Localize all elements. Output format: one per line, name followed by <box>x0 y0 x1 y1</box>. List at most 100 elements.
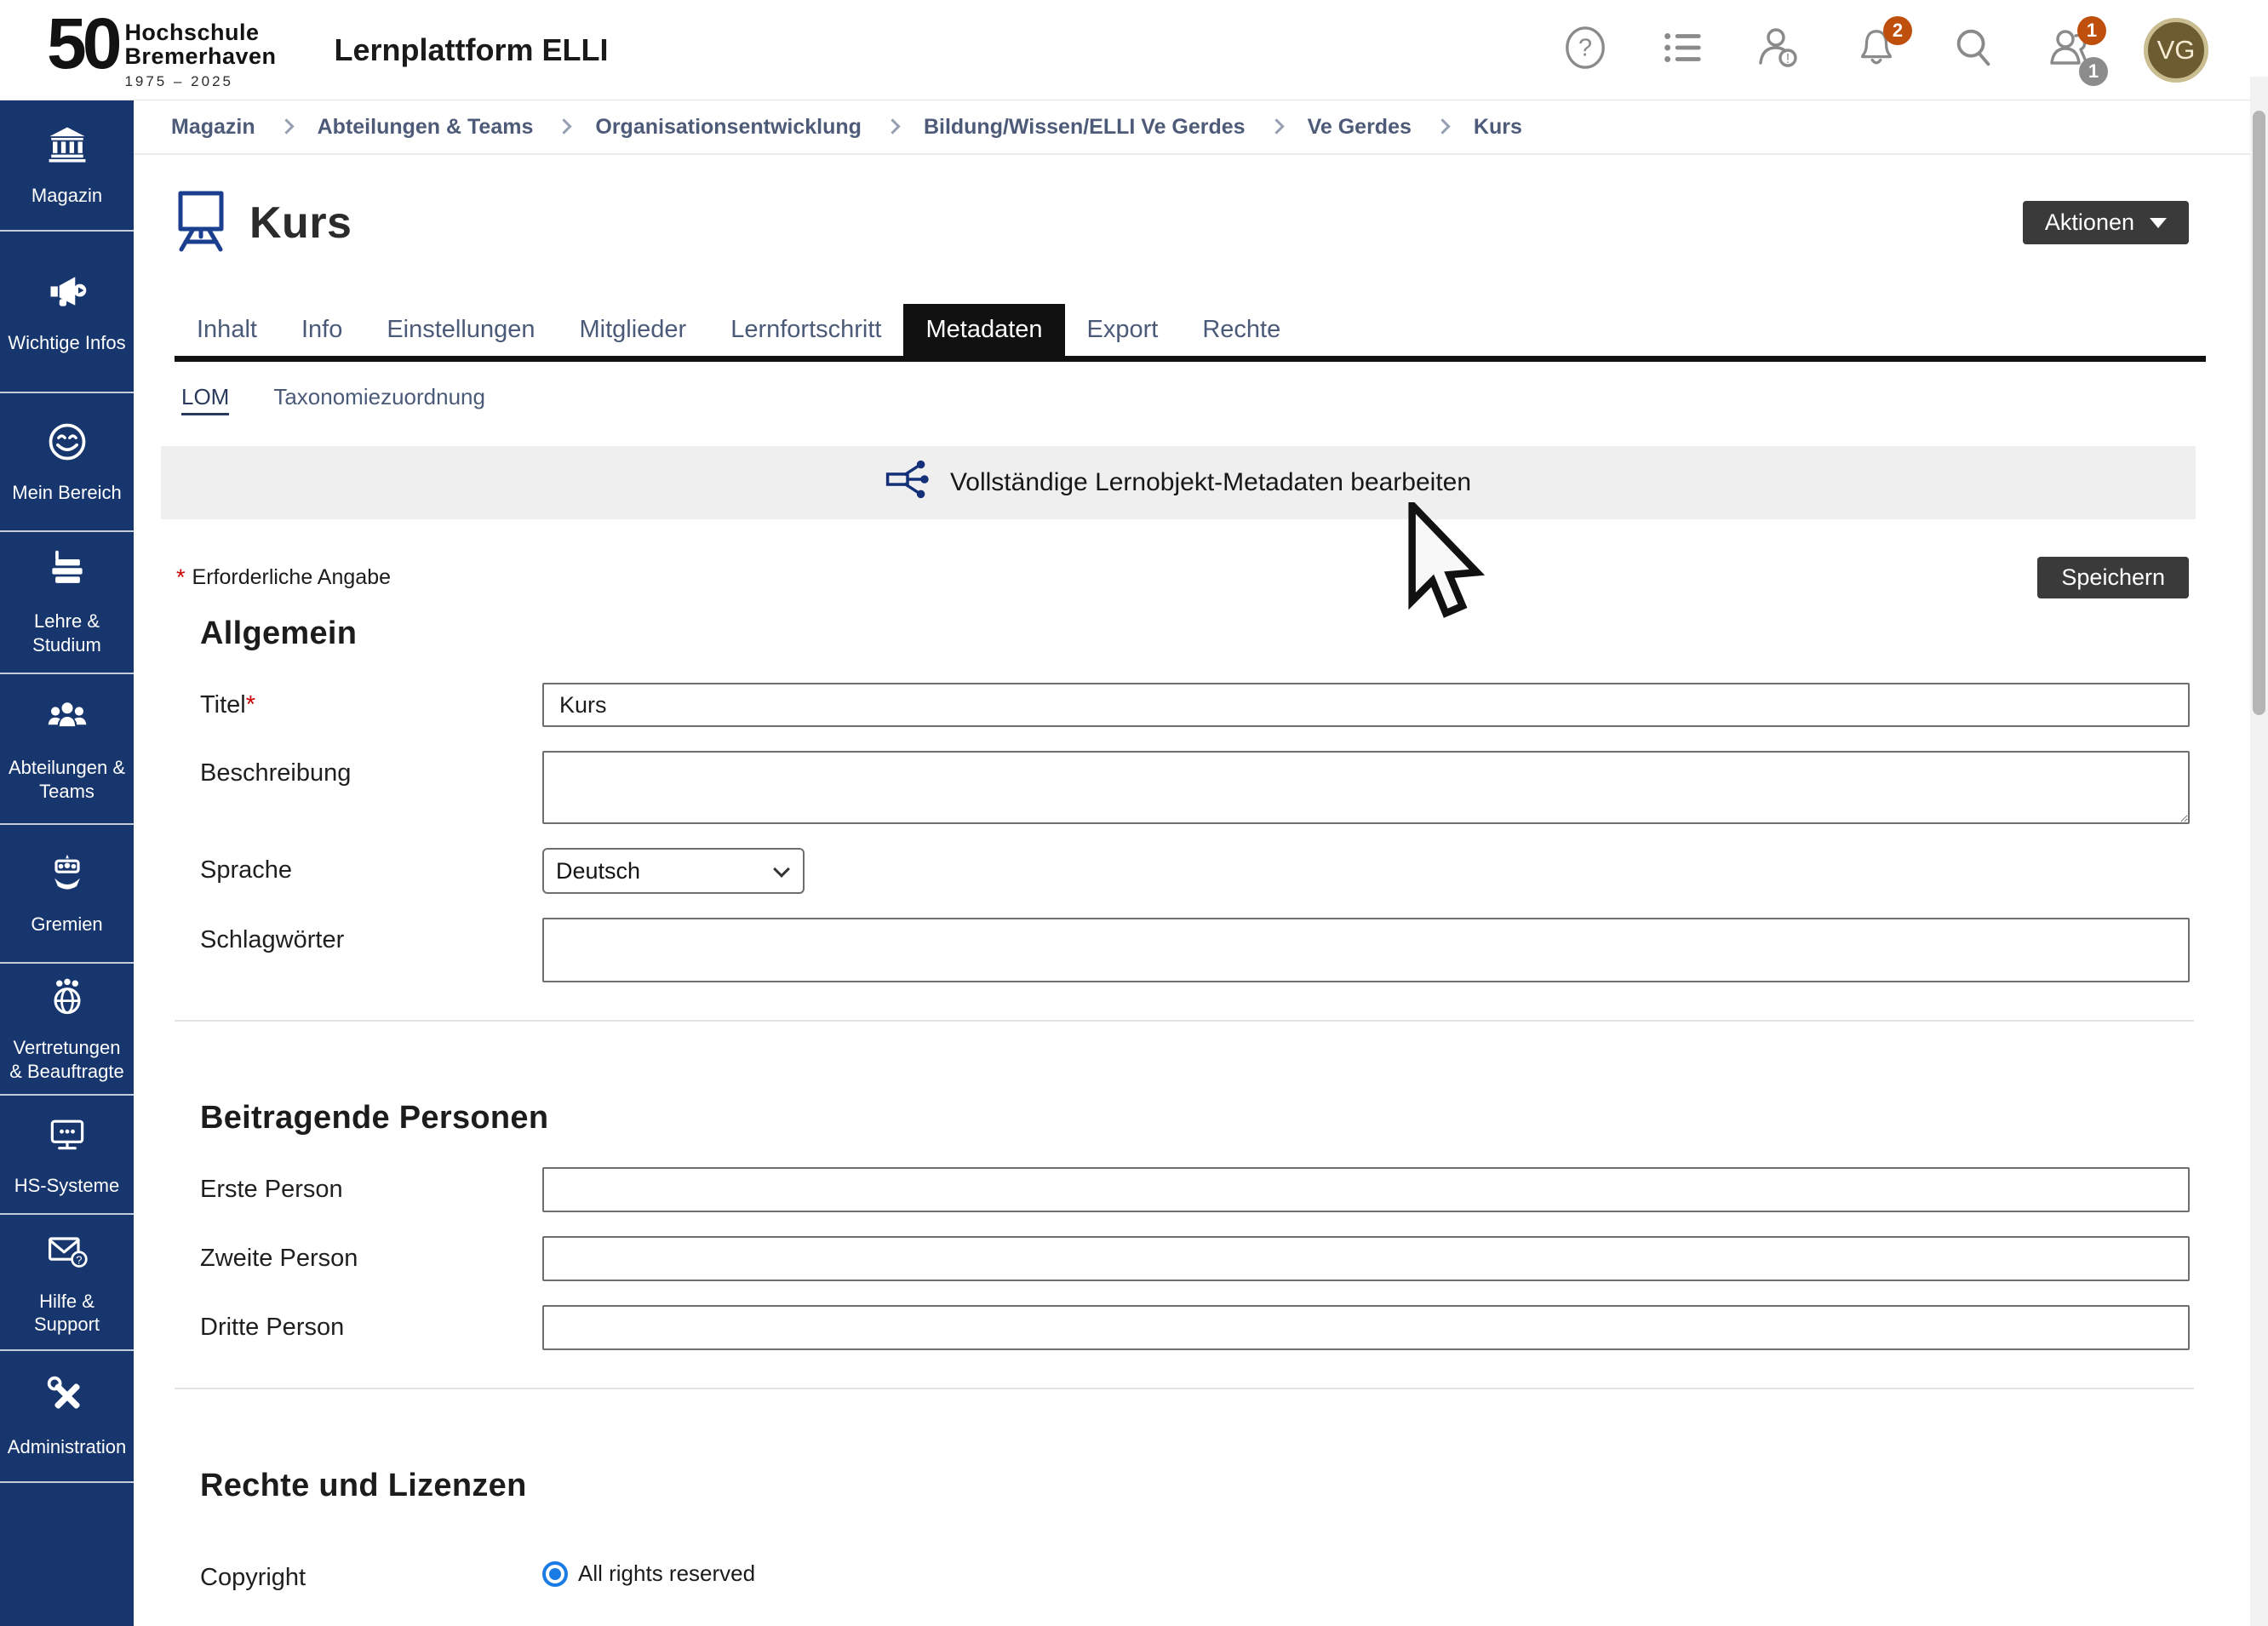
schlagwoerter-input[interactable] <box>542 918 2190 982</box>
titel-input[interactable] <box>542 683 2190 727</box>
beschreibung-label: Beschreibung <box>200 751 542 787</box>
top-header: 50 Hochschule Bremerhaven 1975 – 2025 Le… <box>0 0 2268 100</box>
aktionen-button-label: Aktionen <box>2045 209 2134 236</box>
dritte-person-input[interactable] <box>542 1305 2190 1350</box>
section-heading-allgemein: Allgemein <box>200 615 2189 652</box>
zweite-person-input[interactable] <box>542 1236 2190 1281</box>
books-icon <box>45 548 89 598</box>
sidebar-item-vertretungen-beauftragte[interactable]: Vertretungen & Beauftragte <box>0 964 134 1096</box>
sprache-label: Sprache <box>200 848 542 885</box>
svg-text:?: ? <box>1578 35 1592 62</box>
tab-export[interactable]: Export <box>1065 304 1181 356</box>
subtab-taxonomiezuordnung[interactable]: Taxonomiezuordnung <box>273 384 485 415</box>
aktionen-button[interactable]: Aktionen <box>2023 201 2189 244</box>
tools-icon <box>45 1374 89 1424</box>
main-content: Magazin Abteilungen & Teams Organisation… <box>134 100 2250 1626</box>
breadcrumb-item-bildung-wissen[interactable]: Bildung/Wissen/ELLI Ve Gerdes <box>924 115 1246 140</box>
page-title: Kurs <box>249 198 352 249</box>
erste-person-input[interactable] <box>542 1167 2190 1212</box>
dritte-person-label: Dritte Person <box>200 1305 542 1342</box>
people-icon <box>45 695 89 745</box>
section-heading-beitragende-personen: Beitragende Personen <box>200 1100 2189 1136</box>
notifications-button[interactable]: 2 <box>1853 26 1900 74</box>
form-row-titel: Titel* <box>200 683 2190 727</box>
breadcrumb-item-magazin[interactable]: Magazin <box>171 115 255 140</box>
search-button[interactable] <box>1950 26 1997 74</box>
contacts-button[interactable]: 1 1 <box>2047 26 2094 74</box>
sidebar-item-magazin[interactable]: Magazin <box>0 100 134 232</box>
bank-icon <box>46 123 89 172</box>
sidebar-item-label: Gremien <box>31 913 102 936</box>
header-icon-bar: ? ! <box>1561 18 2268 83</box>
breadcrumb-item-ve-gerdes[interactable]: Ve Gerdes <box>1308 115 1412 140</box>
sidebar-item-wichtige-infos[interactable]: Wichtige Infos <box>0 232 134 393</box>
sidebar-item-administration[interactable]: Administration <box>0 1351 134 1483</box>
tab-bar: Inhalt Info Einstellungen Mitglieder Ler… <box>175 304 2206 362</box>
vertical-scrollbar[interactable] <box>2250 77 2268 1626</box>
breadcrumb-item-kurs[interactable]: Kurs <box>1474 115 1522 140</box>
speichern-button[interactable]: Speichern <box>2037 557 2189 598</box>
user-avatar[interactable]: VG <box>2144 18 2208 83</box>
logo-years: 1975 – 2025 <box>124 73 276 90</box>
contacts-badge-top: 1 <box>2077 16 2106 45</box>
breadcrumb-item-abteilungen-teams[interactable]: Abteilungen & Teams <box>318 115 534 140</box>
rights-form: Copyright All rights reserved <box>200 1555 2190 1592</box>
sidebar-item-gremien[interactable]: Gremien <box>0 825 134 964</box>
subtab-lom[interactable]: LOM <box>181 384 229 415</box>
sidebar-item-abteilungen-teams[interactable]: Abteilungen & Teams <box>0 674 134 825</box>
sidebar-item-label: Wichtige Infos <box>8 331 125 355</box>
help-button[interactable]: ? <box>1561 26 1609 74</box>
chevron-down-icon <box>2150 218 2167 228</box>
tab-rechte[interactable]: Rechte <box>1180 304 1303 356</box>
tab-einstellungen[interactable]: Einstellungen <box>364 304 557 356</box>
persons-form: Erste Person Zweite Person Dritte Person <box>200 1167 2190 1350</box>
chevron-right-icon <box>557 118 572 134</box>
chevron-right-icon <box>885 118 900 134</box>
sidebar-item-label: Mein Bereich <box>12 481 121 505</box>
sidebar-item-label: Abteilungen & Teams <box>5 756 129 803</box>
tab-lernfortschritt[interactable]: Lernfortschritt <box>708 304 903 356</box>
breadcrumb-item-organisationsentwicklung[interactable]: Organisationsentwicklung <box>595 115 862 140</box>
form-row-sprache: Sprache Deutsch <box>200 848 2190 894</box>
tab-mitglieder[interactable]: Mitglieder <box>557 304 708 356</box>
chevron-right-icon <box>1435 118 1450 134</box>
required-hint-row: * Erforderliche Angabe Speichern <box>176 557 2189 598</box>
logo-50: 50 <box>47 10 117 77</box>
required-asterisk: * <box>246 691 255 719</box>
required-hint-text: Erforderliche Angabe <box>192 565 391 590</box>
app-title: Lernplattform ELLI <box>335 32 609 68</box>
scrollbar-thumb[interactable] <box>2253 111 2265 715</box>
logo-line2: Bremerhaven <box>124 44 276 68</box>
form-row-zweite-person: Zweite Person <box>200 1236 2190 1281</box>
sidebar-item-label: HS-Systeme <box>14 1174 119 1198</box>
mouse-cursor <box>1407 502 1489 623</box>
tab-metadaten[interactable]: Metadaten <box>903 304 1064 356</box>
sidebar-item-label: Vertretungen & Beauftragte <box>5 1036 129 1083</box>
edit-full-metadata-link[interactable]: Vollständige Lernobjekt-Metadaten bearbe… <box>885 457 1471 508</box>
sidebar-item-hs-systeme[interactable]: HS-Systeme <box>0 1096 134 1215</box>
contacts-badge-bottom: 1 <box>2079 57 2108 86</box>
copyright-label: Copyright <box>200 1555 542 1592</box>
form-row-copyright: Copyright All rights reserved <box>200 1555 2190 1592</box>
sidebar-item-lehre-studium[interactable]: Lehre & Studium <box>0 532 134 674</box>
chevron-right-icon <box>278 118 294 134</box>
sprache-select[interactable]: Deutsch <box>542 848 805 894</box>
course-easel-icon <box>175 189 227 256</box>
list-menu-button[interactable] <box>1658 26 1706 74</box>
form-row-beschreibung: Beschreibung <box>200 751 2190 824</box>
search-icon <box>1950 25 1996 75</box>
tab-info[interactable]: Info <box>279 304 364 356</box>
mail-question-icon: ? <box>45 1228 89 1278</box>
sidebar-item-mein-bereich[interactable]: Mein Bereich <box>0 393 134 532</box>
beschreibung-textarea[interactable] <box>542 751 2190 824</box>
section-divider <box>175 1020 2194 1022</box>
tab-inhalt[interactable]: Inhalt <box>175 304 279 356</box>
copyright-radio[interactable] <box>542 1561 568 1587</box>
radio-dot <box>549 1568 561 1580</box>
breadcrumb: Magazin Abteilungen & Teams Organisation… <box>134 100 2250 155</box>
notifications-count-badge: 2 <box>1883 16 1912 45</box>
metadata-banner: Vollständige Lernobjekt-Metadaten bearbe… <box>161 446 2196 519</box>
sidebar-item-hilfe-support[interactable]: ? Hilfe & Support <box>0 1215 134 1351</box>
user-status-button[interactable]: ! <box>1755 26 1803 74</box>
sidebar-item-label: Hilfe & Support <box>5 1290 129 1337</box>
